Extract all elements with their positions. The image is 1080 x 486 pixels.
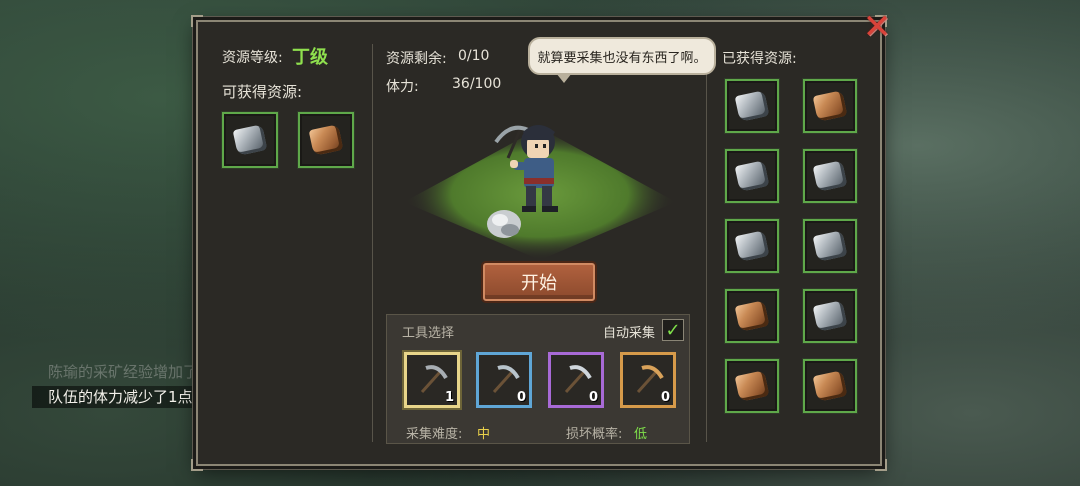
tool-count: 0 <box>660 390 670 405</box>
obtained-slot[interactable] <box>803 359 857 413</box>
obtained-slot[interactable] <box>803 149 857 203</box>
stone-ore-icon <box>812 300 848 332</box>
rock-icon <box>487 210 521 238</box>
break-chance-label: 损坏概率: <box>566 427 623 442</box>
obtainable-label: 可获得资源: <box>222 83 303 101</box>
close-icon[interactable]: ✕ <box>860 10 894 44</box>
obtained-slot[interactable] <box>725 289 779 343</box>
copper-ore-icon <box>812 370 848 402</box>
stone-ore-icon <box>734 230 770 262</box>
remaining-value: 0/10 <box>458 48 490 64</box>
tool-slot-3[interactable]: 0 <box>548 352 604 408</box>
tool-count: 0 <box>516 390 526 405</box>
obtained-slot[interactable] <box>725 219 779 273</box>
tool-slot-4[interactable]: 0 <box>620 352 676 408</box>
tool-count: 1 <box>444 390 454 405</box>
tool-count: 0 <box>588 390 598 405</box>
stone-ore-icon <box>232 124 268 156</box>
difficulty-label: 采集难度: <box>406 427 463 442</box>
start-button[interactable]: 开始 <box>483 263 595 301</box>
tool-slot-2[interactable]: 0 <box>476 352 532 408</box>
stone-ore-icon <box>734 160 770 192</box>
break-chance-value: 低 <box>634 427 648 442</box>
obtained-label: 已获得资源: <box>722 51 797 67</box>
speech-bubble-tail <box>556 73 572 83</box>
frame-corner <box>875 459 887 471</box>
copper-ore-icon <box>812 90 848 122</box>
grade-label: 资源等级: <box>222 50 283 66</box>
stone-ore-icon <box>734 90 770 122</box>
remaining-label: 资源剩余: <box>386 51 447 67</box>
obtainable-slot-stone[interactable] <box>222 112 278 168</box>
frame-corner <box>191 459 203 471</box>
obtained-slot[interactable] <box>725 149 779 203</box>
obtainable-slot-copper[interactable] <box>298 112 354 168</box>
mining-scene <box>404 125 676 260</box>
tool-slot-1[interactable]: 1 <box>404 352 460 408</box>
obtained-slot[interactable] <box>803 79 857 133</box>
tool-select-title: 工具选择 <box>402 326 455 341</box>
column-divider <box>706 44 707 442</box>
auto-gather-label: 自动采集 <box>603 326 656 341</box>
obtained-slot[interactable] <box>803 219 857 273</box>
obtained-slot[interactable] <box>725 359 779 413</box>
checkmark-icon: ✓ <box>665 319 681 341</box>
speech-bubble: 就算要采集也没有东西了啊。 <box>528 37 716 75</box>
stamina-value: 36/100 <box>452 76 502 92</box>
obtained-slot[interactable] <box>803 289 857 343</box>
frame-corner <box>191 15 203 27</box>
stamina-label: 体力: <box>386 79 419 95</box>
obtained-slot[interactable] <box>725 79 779 133</box>
grade-value: 丁级 <box>292 47 328 68</box>
stone-ore-icon <box>812 160 848 192</box>
copper-ore-icon <box>734 300 770 332</box>
copper-ore-icon <box>308 124 344 156</box>
auto-gather-checkbox[interactable]: ✓ <box>662 319 684 341</box>
column-divider <box>372 44 373 442</box>
stone-ore-icon <box>812 230 848 262</box>
difficulty-value: 中 <box>477 427 491 442</box>
copper-ore-icon <box>734 370 770 402</box>
